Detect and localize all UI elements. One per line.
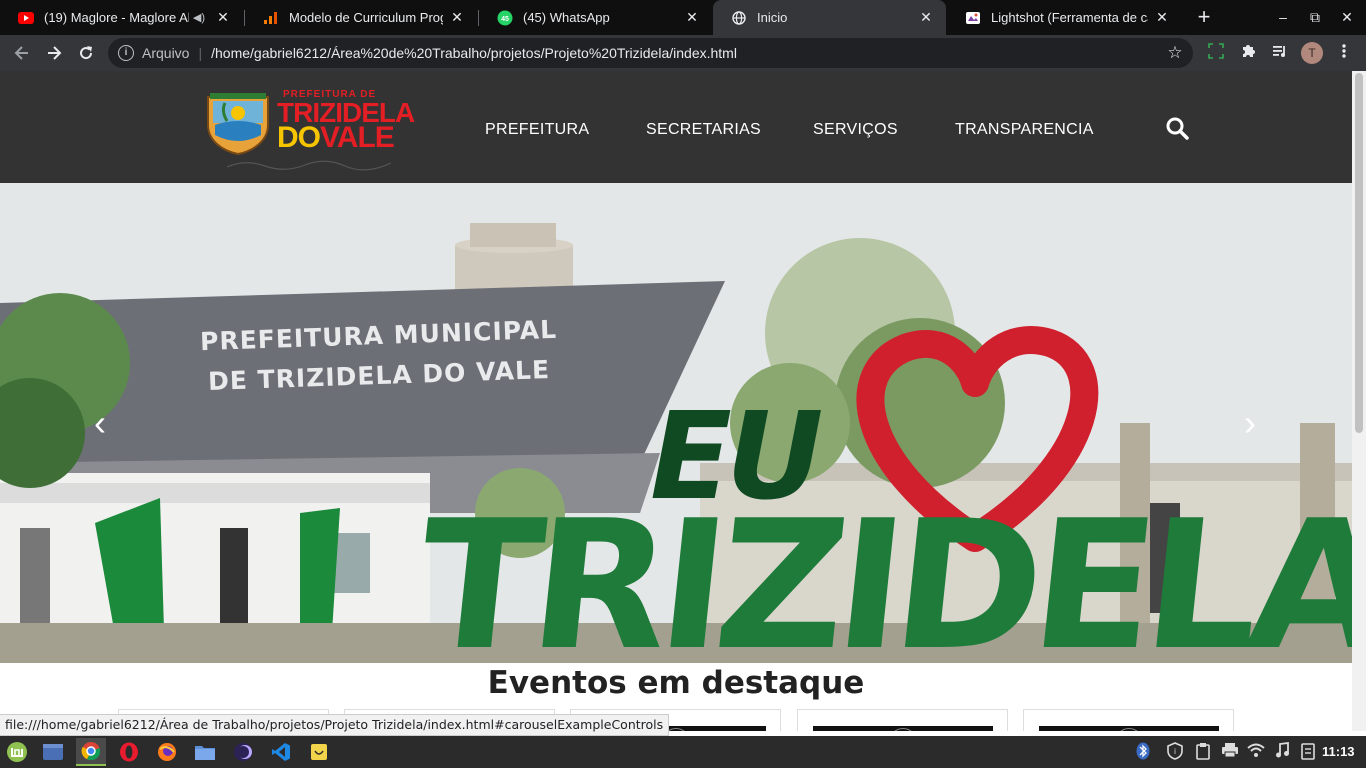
whatsapp-icon: 45 xyxy=(497,10,513,26)
hero-carousel: PREFEITURA MUNICIPAL DE TRIZIDELA DO VAL… xyxy=(0,183,1352,663)
wifi-icon[interactable] xyxy=(1246,742,1266,762)
close-icon[interactable]: ✕ xyxy=(449,9,465,26)
url-text[interactable]: /home/gabriel6212/Área%20de%20Trabalho/p… xyxy=(211,45,1163,61)
analytics-icon xyxy=(263,10,279,26)
arrow-right-icon xyxy=(48,46,62,60)
minimize-button[interactable]: – xyxy=(1267,0,1299,35)
whatsapp-badge: 45 xyxy=(501,16,509,23)
close-icon[interactable]: ✕ xyxy=(684,9,700,26)
back-button[interactable] xyxy=(10,41,34,65)
kebab-menu-icon[interactable] xyxy=(1334,43,1354,63)
media-queue-icon[interactable] xyxy=(1270,43,1290,63)
web-page: PREFEITURA DE TRIZIDELA DOVALE PREFEITUR… xyxy=(0,71,1352,731)
nav-servicos[interactable]: SERVIÇOS xyxy=(813,121,898,141)
site-logo[interactable]: PREFEITURA DE TRIZIDELA DOVALE xyxy=(205,87,415,175)
profile-avatar[interactable]: T xyxy=(1301,42,1323,64)
info-icon[interactable]: i xyxy=(118,45,134,61)
nav-secretarias[interactable]: SECRETARIAS xyxy=(646,121,761,141)
chrome-icon[interactable] xyxy=(76,738,106,766)
puzzle-icon[interactable] xyxy=(1238,43,1258,63)
tab-youtube[interactable]: (19) Maglore - Maglore Al ◀) ✕ xyxy=(0,0,243,35)
globe-icon xyxy=(731,10,747,26)
logo-line3: DOVALE xyxy=(277,121,395,154)
bluetooth-icon[interactable] xyxy=(1133,742,1153,762)
notes-tray-icon[interactable] xyxy=(1298,742,1318,762)
maximize-button[interactable]: ⧉ xyxy=(1299,0,1331,35)
scheme-label: Arquivo xyxy=(142,45,190,61)
notes-icon[interactable] xyxy=(304,738,334,766)
forward-button[interactable] xyxy=(42,41,66,65)
sign-trizidela: TRIZIDELA xyxy=(409,482,1352,663)
event-card-image xyxy=(813,726,993,731)
os-taskbar: i 11:13 xyxy=(0,736,1366,768)
seal-icon xyxy=(889,728,917,731)
speaker-icon[interactable]: ◀) xyxy=(193,11,205,24)
logo-signature-flourish xyxy=(226,160,392,171)
event-card-image xyxy=(1039,726,1219,731)
carousel-prev-button[interactable]: ‹ xyxy=(80,398,120,448)
tab-title: (19) Maglore - Maglore Al xyxy=(44,10,189,25)
close-icon[interactable]: ✕ xyxy=(1154,9,1170,26)
vscode-icon[interactable] xyxy=(266,738,296,766)
screenshot-extension-icon[interactable] xyxy=(1206,43,1226,63)
page-scrollbar[interactable] xyxy=(1352,71,1366,731)
music-icon[interactable] xyxy=(1272,741,1292,762)
event-card[interactable] xyxy=(797,709,1008,731)
browser-toolbar: i Arquivo | /home/gabriel6212/Área%20de%… xyxy=(0,35,1366,71)
tab-whatsapp[interactable]: 45 (45) WhatsApp ✕ xyxy=(479,0,712,35)
files-icon[interactable] xyxy=(190,738,220,766)
crest-icon xyxy=(207,93,269,155)
lightshot-icon xyxy=(965,10,981,26)
search-icon[interactable] xyxy=(1165,116,1189,140)
address-divider: | xyxy=(198,45,203,61)
tab-title: Modelo de Curriculum Progra xyxy=(289,10,443,25)
carousel-next-button[interactable]: › xyxy=(1230,398,1270,448)
tab-curriculum[interactable]: Modelo de Curriculum Progra ✕ xyxy=(245,0,477,35)
browser-tab-bar: (19) Maglore - Maglore Al ◀) ✕ Modelo de… xyxy=(0,0,1366,35)
link-status-bubble: file:///home/gabriel6212/Área de Trabalh… xyxy=(0,714,670,736)
tab-lightshot[interactable]: Lightshot (Ferramenta de cap ✕ xyxy=(947,0,1182,35)
printer-icon[interactable] xyxy=(1220,742,1240,762)
events-heading: Eventos em destaque xyxy=(487,665,865,701)
site-header: PREFEITURA DE TRIZIDELA DOVALE PREFEITUR… xyxy=(0,71,1352,183)
close-icon[interactable]: ✕ xyxy=(918,9,934,26)
tab-title: Inicio xyxy=(757,10,788,25)
youtube-icon xyxy=(18,10,34,26)
close-icon[interactable]: ✕ xyxy=(215,9,231,26)
reload-icon xyxy=(80,46,93,60)
arrow-left-icon xyxy=(14,46,28,60)
eclipse-icon[interactable] xyxy=(228,738,258,766)
logo-line3-vale: VALE xyxy=(320,121,395,154)
address-bar[interactable]: i Arquivo | /home/gabriel6212/Área%20de%… xyxy=(108,38,1193,68)
scrollbar-thumb[interactable] xyxy=(1355,73,1363,433)
nav-prefeitura[interactable]: PREFEITURA xyxy=(485,121,589,141)
tab-title: (45) WhatsApp xyxy=(523,10,610,25)
logo-line3-do: DO xyxy=(277,121,321,154)
seal-icon xyxy=(1115,728,1143,731)
svg-text:i: i xyxy=(1174,747,1176,756)
close-window-button[interactable]: ✕ xyxy=(1331,0,1363,35)
clipboard-icon[interactable] xyxy=(1193,742,1213,762)
reload-button[interactable] xyxy=(74,41,98,65)
new-tab-button[interactable]: + xyxy=(1192,4,1216,30)
bookmark-star-icon[interactable]: ☆ xyxy=(1163,43,1187,63)
event-card[interactable] xyxy=(1023,709,1234,731)
nav-transparencia[interactable]: TRANSPARENCIA xyxy=(955,121,1094,141)
shield-icon[interactable]: i xyxy=(1165,742,1185,762)
system-clock[interactable]: 11:13 xyxy=(1322,742,1355,762)
mint-menu-icon[interactable] xyxy=(2,738,32,766)
tab-inicio[interactable]: Inicio ✕ xyxy=(713,0,946,35)
tab-title: Lightshot (Ferramenta de cap xyxy=(991,10,1148,25)
opera-icon[interactable] xyxy=(114,738,144,766)
firefox-icon[interactable] xyxy=(152,738,182,766)
show-desktop-icon[interactable] xyxy=(38,738,68,766)
